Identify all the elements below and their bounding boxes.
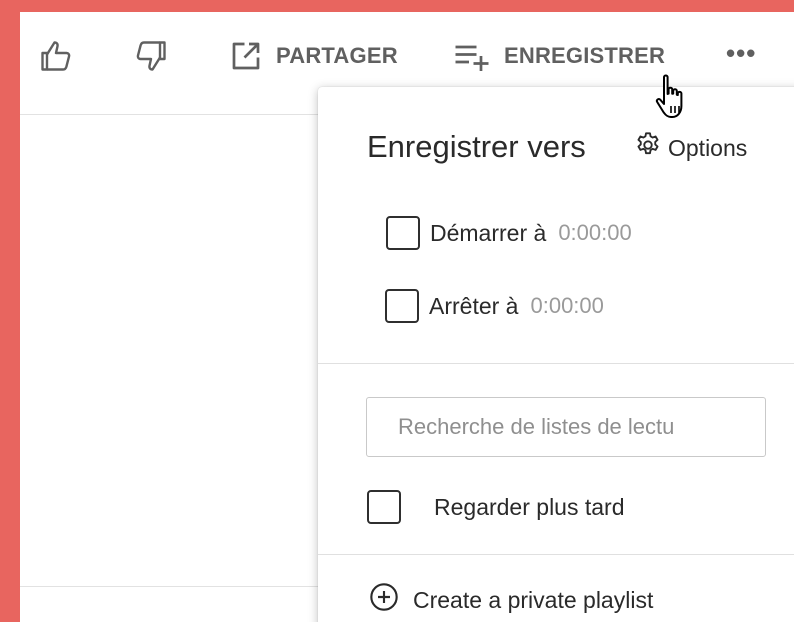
plus-circle-icon xyxy=(368,581,400,619)
content-divider xyxy=(20,586,320,587)
thumbs-down-icon xyxy=(133,38,169,74)
more-actions-button[interactable]: ••• xyxy=(726,38,756,69)
dialog-title: Enregistrer vers xyxy=(367,129,586,164)
like-button[interactable] xyxy=(38,38,74,74)
playlist-search-box[interactable] xyxy=(366,397,766,457)
start-at-time[interactable]: 0:00:00 xyxy=(558,220,631,246)
share-button[interactable]: PARTAGER xyxy=(228,38,398,74)
share-label: PARTAGER xyxy=(276,43,398,68)
save-button[interactable]: ENREGISTRER xyxy=(452,38,665,74)
dialog-divider xyxy=(318,363,794,364)
start-at-checkbox[interactable] xyxy=(386,216,420,250)
stop-at-checkbox[interactable] xyxy=(385,289,419,323)
share-icon xyxy=(228,38,264,74)
save-to-playlist-dialog: Enregistrer vers Options Démarrer à 0:00… xyxy=(318,87,794,622)
create-playlist-label: Create a private playlist xyxy=(413,586,654,613)
gear-icon xyxy=(634,131,662,165)
watch-later-label: Regarder plus tard xyxy=(434,493,625,520)
playlist-item-watch-later[interactable]: Regarder plus tard xyxy=(367,490,625,524)
thumbs-up-icon xyxy=(38,38,74,74)
more-dots-icon: ••• xyxy=(726,38,757,68)
options-button[interactable]: Options xyxy=(634,131,747,165)
start-at-option[interactable]: Démarrer à 0:00:00 xyxy=(386,216,632,250)
stop-at-time[interactable]: 0:00:00 xyxy=(530,293,603,319)
app-frame: PARTAGER ENREGISTRER ••• Enregistrer ver… xyxy=(20,12,794,622)
dislike-button[interactable] xyxy=(133,38,169,74)
stop-at-label: Arrêter à xyxy=(429,292,519,319)
start-at-label: Démarrer à xyxy=(430,219,547,246)
dialog-divider xyxy=(318,554,794,555)
stop-at-option[interactable]: Arrêter à 0:00:00 xyxy=(385,289,604,323)
save-label: ENREGISTRER xyxy=(504,43,666,68)
watch-later-checkbox[interactable] xyxy=(367,490,401,524)
create-private-playlist-button[interactable]: Create a private playlist xyxy=(368,581,653,619)
options-label: Options xyxy=(668,134,748,161)
playlist-search-input[interactable] xyxy=(367,398,765,456)
playlist-add-icon xyxy=(452,38,492,74)
